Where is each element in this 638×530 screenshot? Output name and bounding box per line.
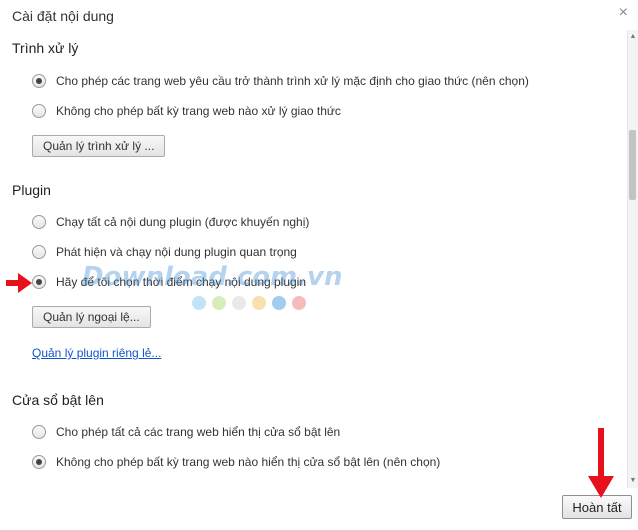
radio-button[interactable]: [32, 215, 46, 229]
radio-button[interactable]: [32, 245, 46, 259]
radio-handlers-allow[interactable]: Cho phép các trang web yêu cầu trở thành…: [32, 72, 529, 90]
radio-label: Cho phép tất cả các trang web hiển thị c…: [56, 425, 341, 439]
watermark-dot: [212, 296, 226, 310]
watermark-dot: [272, 296, 286, 310]
manage-handlers-button[interactable]: Quản lý trình xử lý ...: [32, 135, 166, 157]
section-title-handlers: Trình xử lý: [12, 40, 79, 56]
watermark-dot: [252, 296, 266, 310]
manage-plugins-link[interactable]: Quản lý plugin riêng lẻ...: [32, 346, 161, 360]
watermark-dot: [192, 296, 206, 310]
radio-label: Hãy để tôi chọn thời điểm chạy nội dung …: [56, 275, 307, 289]
section-title-popups: Cửa sổ bật lên: [12, 392, 104, 408]
scrollbar-thumb[interactable]: [629, 130, 636, 200]
red-arrow-down-icon: [588, 428, 614, 498]
radio-label: Chạy tất cả nội dung plugin (được khuyến…: [56, 215, 310, 229]
watermark-dots: [192, 296, 306, 310]
red-arrow-right-icon: [6, 273, 32, 293]
content-settings-dialog: Cài đặt nội dung × Trình xử lý Cho phép …: [0, 0, 638, 530]
radio-plugins-run-all[interactable]: Chạy tất cả nội dung plugin (được khuyến…: [32, 213, 309, 231]
radio-button[interactable]: [32, 104, 46, 118]
section-title-plugins: Plugin: [12, 182, 51, 198]
watermark-dot: [292, 296, 306, 310]
watermark-dot: [232, 296, 246, 310]
close-icon[interactable]: ×: [619, 4, 628, 22]
radio-label: Không cho phép bất kỳ trang web nào xử l…: [56, 104, 341, 118]
radio-popups-allow[interactable]: Cho phép tất cả các trang web hiển thị c…: [32, 423, 340, 441]
scroll-up-icon[interactable]: ▲: [629, 32, 637, 42]
dialog-title: Cài đặt nội dung: [12, 8, 114, 24]
settings-content: Trình xử lý Cho phép các trang web yêu c…: [0, 30, 628, 488]
radio-label: Cho phép các trang web yêu cầu trở thành…: [56, 74, 529, 88]
done-button[interactable]: Hoàn tất: [562, 495, 632, 519]
radio-button[interactable]: [32, 425, 46, 439]
radio-popups-block[interactable]: Không cho phép bất kỳ trang web nào hiển…: [32, 453, 440, 471]
radio-button[interactable]: [32, 455, 46, 469]
radio-plugins-detect[interactable]: Phát hiện và chạy nội dung plugin quan t…: [32, 243, 297, 261]
radio-plugins-click-to-play[interactable]: Hãy để tôi chọn thời điểm chạy nội dung …: [32, 273, 306, 291]
radio-label: Phát hiện và chạy nội dung plugin quan t…: [56, 245, 297, 259]
radio-handlers-block[interactable]: Không cho phép bất kỳ trang web nào xử l…: [32, 102, 341, 120]
radio-button[interactable]: [32, 275, 46, 289]
radio-button[interactable]: [32, 74, 46, 88]
scroll-down-icon[interactable]: ▼: [629, 476, 637, 486]
radio-label: Không cho phép bất kỳ trang web nào hiển…: [56, 455, 441, 469]
vertical-scrollbar[interactable]: ▲ ▼: [627, 30, 638, 488]
manage-exceptions-button[interactable]: Quản lý ngoại lệ...: [32, 306, 151, 328]
